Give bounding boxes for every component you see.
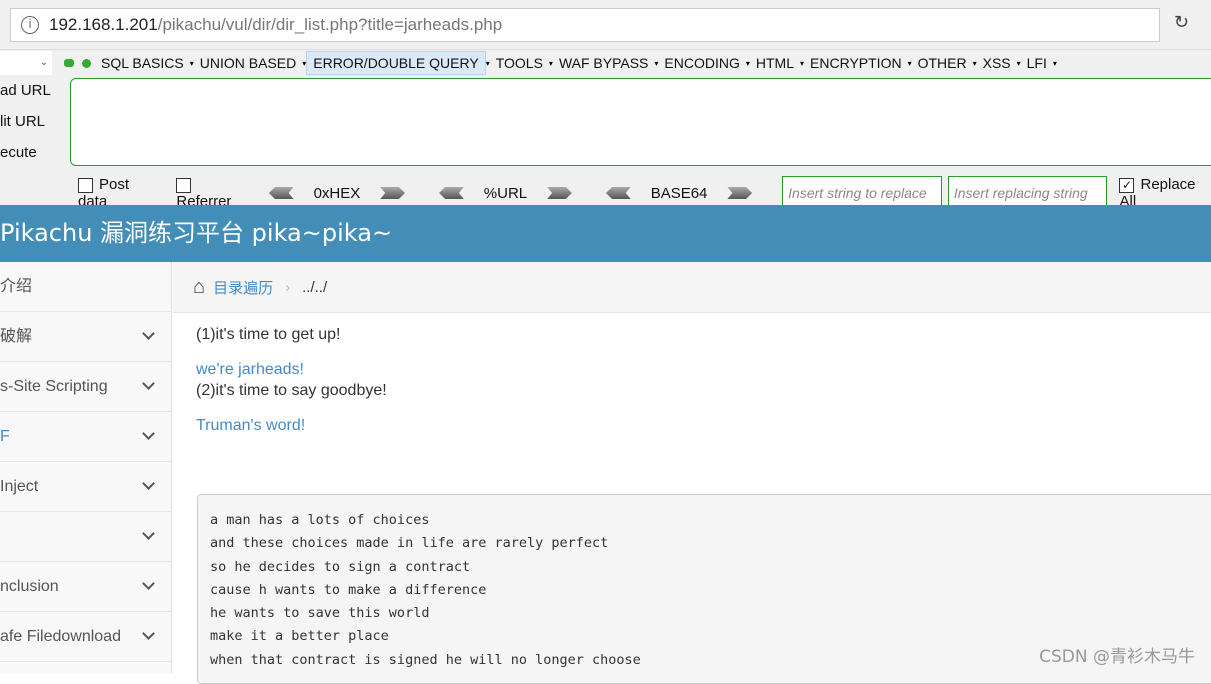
breadcrumb-current: ../../ bbox=[302, 278, 328, 296]
sidebar-item[interactable]: s-Site Scripting bbox=[0, 362, 171, 412]
sidebar-item[interactable]: F bbox=[0, 412, 171, 462]
sidebar-item-label: afe Filedownload bbox=[0, 628, 121, 645]
breadcrumb-link[interactable]: 目录遍历 bbox=[213, 277, 273, 298]
minus-icon[interactable] bbox=[64, 59, 74, 67]
home-icon[interactable]: ⌂ bbox=[193, 276, 205, 299]
text-line: (1)it's time to get up! bbox=[196, 326, 341, 343]
text-line: (2)it's time to say goodbye! bbox=[196, 382, 387, 399]
sidebar-item-label: s-Site Scripting bbox=[0, 378, 108, 395]
chevron-down-icon bbox=[142, 377, 155, 390]
site-title: Pikachu 漏洞练习平台 pika~pika~ bbox=[0, 205, 1211, 262]
base64-decode-arrow-icon[interactable] bbox=[605, 187, 631, 199]
url-input[interactable]: i 192.168.1.201/pikachu/vul/dir/dir_list… bbox=[10, 8, 1160, 42]
sidebar-item-label: F bbox=[0, 428, 10, 445]
menu-lfi[interactable]: LFI bbox=[1021, 52, 1053, 74]
sidebar-item[interactable]: nclusion bbox=[0, 562, 171, 612]
menu-error-double-query[interactable]: ERROR/DOUBLE QUERY bbox=[306, 51, 486, 75]
sidebar-item[interactable]: 介绍 bbox=[0, 262, 171, 312]
base64-label: BASE64 bbox=[650, 184, 708, 202]
plus-icon[interactable] bbox=[82, 58, 91, 68]
url-encode-arrow-icon[interactable] bbox=[547, 187, 572, 199]
poem-line: a man has a lots of choices bbox=[210, 512, 430, 528]
base64-encode-arrow-icon[interactable] bbox=[727, 187, 753, 199]
load-url-button[interactable]: ad URL bbox=[0, 82, 51, 99]
sidebar-item[interactable]: 破解 bbox=[0, 312, 171, 362]
dropdown-icon: ▾ bbox=[1052, 58, 1057, 68]
sidebar: 介绍破解 s-Site Scripting F Inject nclusion afe F… bbox=[0, 262, 172, 673]
sidebar-item[interactable]: afe Filedownload bbox=[0, 612, 171, 662]
chevron-down-icon bbox=[142, 527, 155, 540]
sidebar-item-label: 介绍 bbox=[0, 278, 33, 295]
hex-encode-arrow-icon[interactable] bbox=[380, 187, 406, 199]
watermark: CSDN @青衫木马牛 bbox=[1039, 647, 1195, 667]
chevron-down-icon bbox=[142, 627, 155, 640]
chevron-down-icon bbox=[142, 427, 155, 440]
sidebar-item[interactable] bbox=[0, 512, 171, 562]
hex-decode-arrow-icon[interactable] bbox=[268, 187, 294, 199]
poem-line: and these choices made in life are rarel… bbox=[210, 535, 609, 552]
menu-xss[interactable]: XSS bbox=[977, 52, 1017, 74]
menu-sql-basics[interactable]: SQL BASICS bbox=[95, 52, 190, 74]
menu-union-based[interactable]: UNION BASED bbox=[194, 52, 302, 74]
breadcrumb: ⌂ 目录遍历 › ../../ bbox=[173, 262, 1211, 313]
hackbar-menu: ⌄ SQL BASICS ▾ UNION BASED ▾ ERROR/DOUBLE QU… bbox=[0, 50, 1211, 76]
chevron-down-icon bbox=[142, 327, 155, 340]
menu-encryption[interactable]: ENCRYPTION bbox=[804, 52, 908, 74]
execute-button[interactable]: ecute bbox=[0, 144, 37, 161]
menu-html[interactable]: HTML bbox=[750, 52, 800, 74]
menu-tools[interactable]: TOOLS bbox=[490, 52, 549, 74]
chevron-down-icon bbox=[142, 477, 155, 490]
jarheads-link[interactable]: we're jarheads! bbox=[196, 361, 387, 379]
poem-line: so he decides to sign a contract bbox=[210, 558, 471, 575]
split-url-button[interactable]: lit URL bbox=[0, 113, 45, 130]
menu-encoding[interactable]: ENCODING bbox=[658, 52, 745, 74]
sidebar-item[interactable]: Inject bbox=[0, 462, 171, 512]
truman-link[interactable]: Truman's word! bbox=[196, 417, 387, 435]
menu-waf-bypass[interactable]: WAF BYPASS bbox=[553, 52, 654, 74]
reload-icon[interactable]: ↻ bbox=[1174, 12, 1189, 33]
content: (1)it's time to get up! we're jarheads! … bbox=[196, 326, 387, 435]
menu-other[interactable]: OTHER bbox=[912, 52, 973, 74]
address-bar: i 192.168.1.201/pikachu/vul/dir/dir_list… bbox=[0, 0, 1211, 50]
info-icon[interactable]: i bbox=[21, 16, 39, 34]
breadcrumb-separator-icon: › bbox=[285, 278, 291, 296]
sidebar-item-label: nclusion bbox=[0, 578, 59, 595]
sidebar-item-label: Inject bbox=[0, 478, 39, 495]
version-select[interactable]: ⌄ bbox=[0, 51, 52, 75]
chevron-down-icon bbox=[142, 577, 155, 590]
poem-line: cause h wants to make a difference bbox=[210, 581, 487, 598]
hex-label: 0xHEX bbox=[313, 184, 361, 202]
url-text: 192.168.1.201/pikachu/vul/dir/dir_list.p… bbox=[49, 15, 503, 34]
url-label: %URL bbox=[483, 184, 528, 202]
url-textarea[interactable] bbox=[70, 78, 1211, 166]
poem-line: he wants to save this world bbox=[210, 605, 430, 622]
sidebar-item-label: 破解 bbox=[0, 328, 33, 345]
url-decode-arrow-icon[interactable] bbox=[439, 187, 464, 199]
